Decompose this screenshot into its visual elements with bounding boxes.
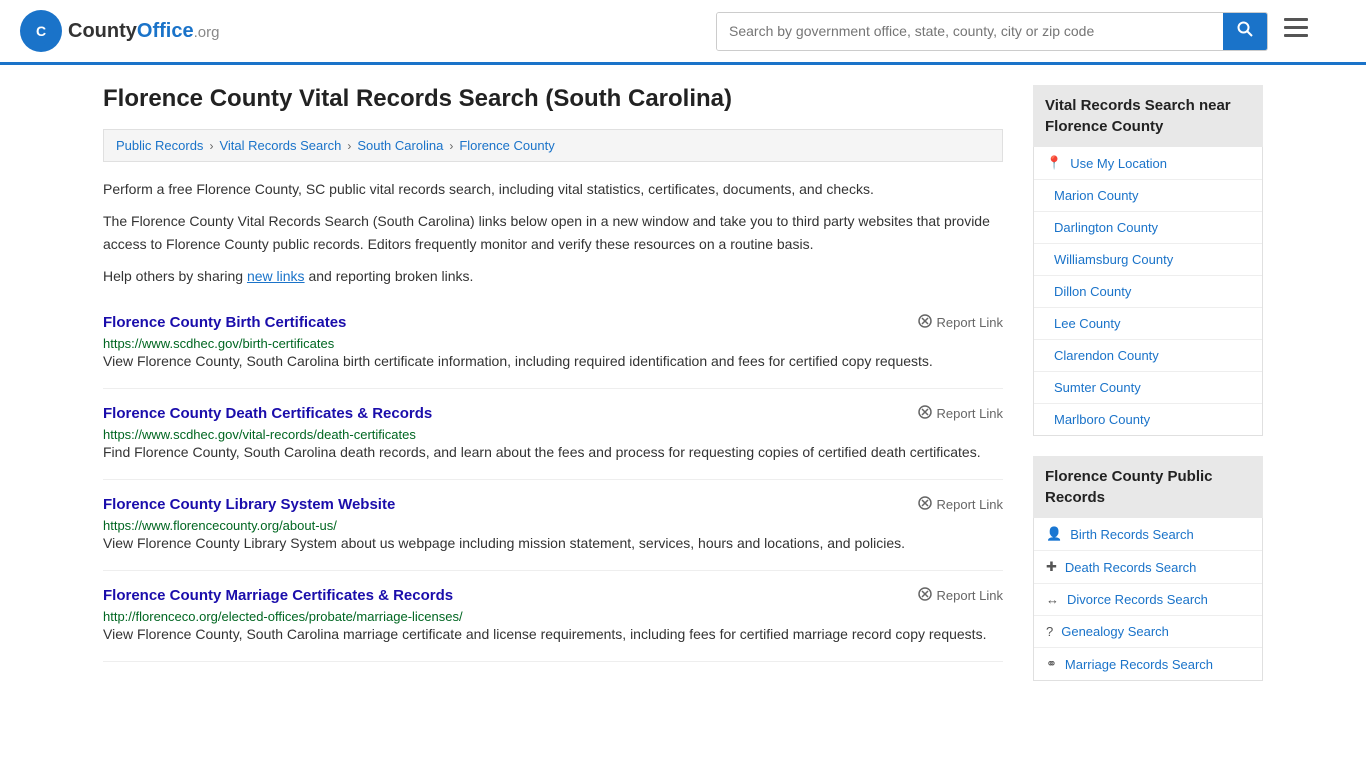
- nearby-item: Marlboro County: [1034, 404, 1262, 435]
- report-icon-2: [918, 496, 932, 513]
- search-input[interactable]: [717, 13, 1223, 50]
- record-url-1[interactable]: https://www.scdhec.gov/vital-records/dea…: [103, 427, 416, 442]
- nearby-item: Dillon County: [1034, 276, 1262, 308]
- breadcrumb-vital-records[interactable]: Vital Records Search: [219, 138, 341, 153]
- nearby-item: 📍Use My Location: [1034, 147, 1262, 180]
- search-area: [716, 12, 1316, 51]
- logo-text: CountyOffice.org: [68, 20, 219, 43]
- logo-icon: C: [20, 10, 62, 52]
- nearby-list: 📍Use My LocationMarion CountyDarlington …: [1033, 147, 1263, 436]
- description-3: Help others by sharing new links and rep…: [103, 265, 1003, 287]
- breadcrumb-sep-1: ›: [209, 139, 213, 153]
- public-record-link-2[interactable]: ↔Divorce Records Search: [1034, 584, 1262, 615]
- report-icon-3: [918, 587, 932, 604]
- records-list: Florence County Birth Certificates Repor…: [103, 298, 1003, 662]
- public-record-item: ⚭Marriage Records Search: [1034, 648, 1262, 680]
- breadcrumb-sep-2: ›: [347, 139, 351, 153]
- record-url-3[interactable]: http://florenceco.org/elected-offices/pr…: [103, 609, 463, 624]
- record-item: Florence County Library System Website R…: [103, 480, 1003, 571]
- public-record-icon-4: ⚭: [1046, 656, 1057, 672]
- record-item: Florence County Marriage Certificates & …: [103, 571, 1003, 662]
- nearby-link-5[interactable]: Lee County: [1034, 308, 1262, 339]
- record-desc-3: View Florence County, South Carolina mar…: [103, 624, 1003, 645]
- nearby-item: Williamsburg County: [1034, 244, 1262, 276]
- menu-button[interactable]: [1276, 14, 1316, 48]
- public-record-link-3[interactable]: ?Genealogy Search: [1034, 616, 1262, 647]
- nearby-link-8[interactable]: Marlboro County: [1034, 404, 1262, 435]
- search-box: [716, 12, 1268, 51]
- record-item: Florence County Death Certificates & Rec…: [103, 389, 1003, 480]
- nearby-link-2[interactable]: Darlington County: [1034, 212, 1262, 243]
- public-record-item: ✚Death Records Search: [1034, 551, 1262, 584]
- report-link-3[interactable]: Report Link: [918, 587, 1003, 604]
- main-container: Florence County Vital Records Search (So…: [83, 65, 1283, 721]
- public-record-icon-1: ✚: [1046, 559, 1057, 575]
- public-records-section: Florence County Public Records 👤Birth Re…: [1033, 456, 1263, 681]
- public-records-list: 👤Birth Records Search✚Death Records Sear…: [1033, 518, 1263, 681]
- nearby-link-4[interactable]: Dillon County: [1034, 276, 1262, 307]
- nearby-link-0[interactable]: 📍Use My Location: [1034, 147, 1262, 179]
- logo: C CountyOffice.org: [20, 10, 219, 52]
- breadcrumb-public-records[interactable]: Public Records: [116, 138, 203, 153]
- record-title-1[interactable]: Florence County Death Certificates & Rec…: [103, 405, 432, 422]
- record-title-2[interactable]: Florence County Library System Website: [103, 496, 395, 513]
- nearby-item: Sumter County: [1034, 372, 1262, 404]
- nearby-item: Marion County: [1034, 180, 1262, 212]
- record-url-0[interactable]: https://www.scdhec.gov/birth-certificate…: [103, 336, 334, 351]
- record-desc-2: View Florence County Library System abou…: [103, 533, 1003, 554]
- report-link-2[interactable]: Report Link: [918, 496, 1003, 513]
- report-link-0[interactable]: Report Link: [918, 314, 1003, 331]
- record-title-3[interactable]: Florence County Marriage Certificates & …: [103, 587, 453, 604]
- report-link-1[interactable]: Report Link: [918, 405, 1003, 422]
- nearby-item: Lee County: [1034, 308, 1262, 340]
- nearby-header: Vital Records Search near Florence Count…: [1033, 85, 1263, 147]
- svg-text:C: C: [36, 23, 46, 39]
- new-links-link[interactable]: new links: [247, 268, 305, 284]
- public-record-link-4[interactable]: ⚭Marriage Records Search: [1034, 648, 1262, 680]
- nearby-link-1[interactable]: Marion County: [1034, 180, 1262, 211]
- public-record-icon-2: ↔: [1046, 592, 1059, 607]
- description-1: Perform a free Florence County, SC publi…: [103, 178, 1003, 200]
- page-title: Florence County Vital Records Search (So…: [103, 85, 1003, 113]
- description-2: The Florence County Vital Records Search…: [103, 210, 1003, 255]
- breadcrumb-sep-3: ›: [449, 139, 453, 153]
- public-record-link-1[interactable]: ✚Death Records Search: [1034, 551, 1262, 583]
- nearby-icon-0: 📍: [1046, 155, 1062, 171]
- nearby-section: Vital Records Search near Florence Count…: [1033, 85, 1263, 436]
- public-record-item: ?Genealogy Search: [1034, 616, 1262, 648]
- record-url-2[interactable]: https://www.florencecounty.org/about-us/: [103, 518, 337, 533]
- breadcrumb-florence-county[interactable]: Florence County: [459, 138, 554, 153]
- public-record-icon-3: ?: [1046, 624, 1053, 639]
- public-record-icon-0: 👤: [1046, 526, 1062, 542]
- sidebar: Vital Records Search near Florence Count…: [1033, 85, 1263, 701]
- site-header: C CountyOffice.org: [0, 0, 1366, 65]
- record-title-0[interactable]: Florence County Birth Certificates: [103, 314, 346, 331]
- record-item: Florence County Birth Certificates Repor…: [103, 298, 1003, 389]
- breadcrumb-south-carolina[interactable]: South Carolina: [357, 138, 443, 153]
- search-button[interactable]: [1223, 13, 1267, 50]
- public-records-header: Florence County Public Records: [1033, 456, 1263, 518]
- nearby-link-7[interactable]: Sumter County: [1034, 372, 1262, 403]
- nearby-link-3[interactable]: Williamsburg County: [1034, 244, 1262, 275]
- public-record-item: 👤Birth Records Search: [1034, 518, 1262, 551]
- public-record-item: ↔Divorce Records Search: [1034, 584, 1262, 616]
- nearby-link-6[interactable]: Clarendon County: [1034, 340, 1262, 371]
- breadcrumb: Public Records › Vital Records Search › …: [103, 129, 1003, 162]
- content-area: Florence County Vital Records Search (So…: [103, 85, 1003, 701]
- record-desc-1: Find Florence County, South Carolina dea…: [103, 442, 1003, 463]
- nearby-item: Darlington County: [1034, 212, 1262, 244]
- report-icon-0: [918, 314, 932, 331]
- nearby-item: Clarendon County: [1034, 340, 1262, 372]
- public-record-link-0[interactable]: 👤Birth Records Search: [1034, 518, 1262, 550]
- record-desc-0: View Florence County, South Carolina bir…: [103, 351, 1003, 372]
- report-icon-1: [918, 405, 932, 422]
